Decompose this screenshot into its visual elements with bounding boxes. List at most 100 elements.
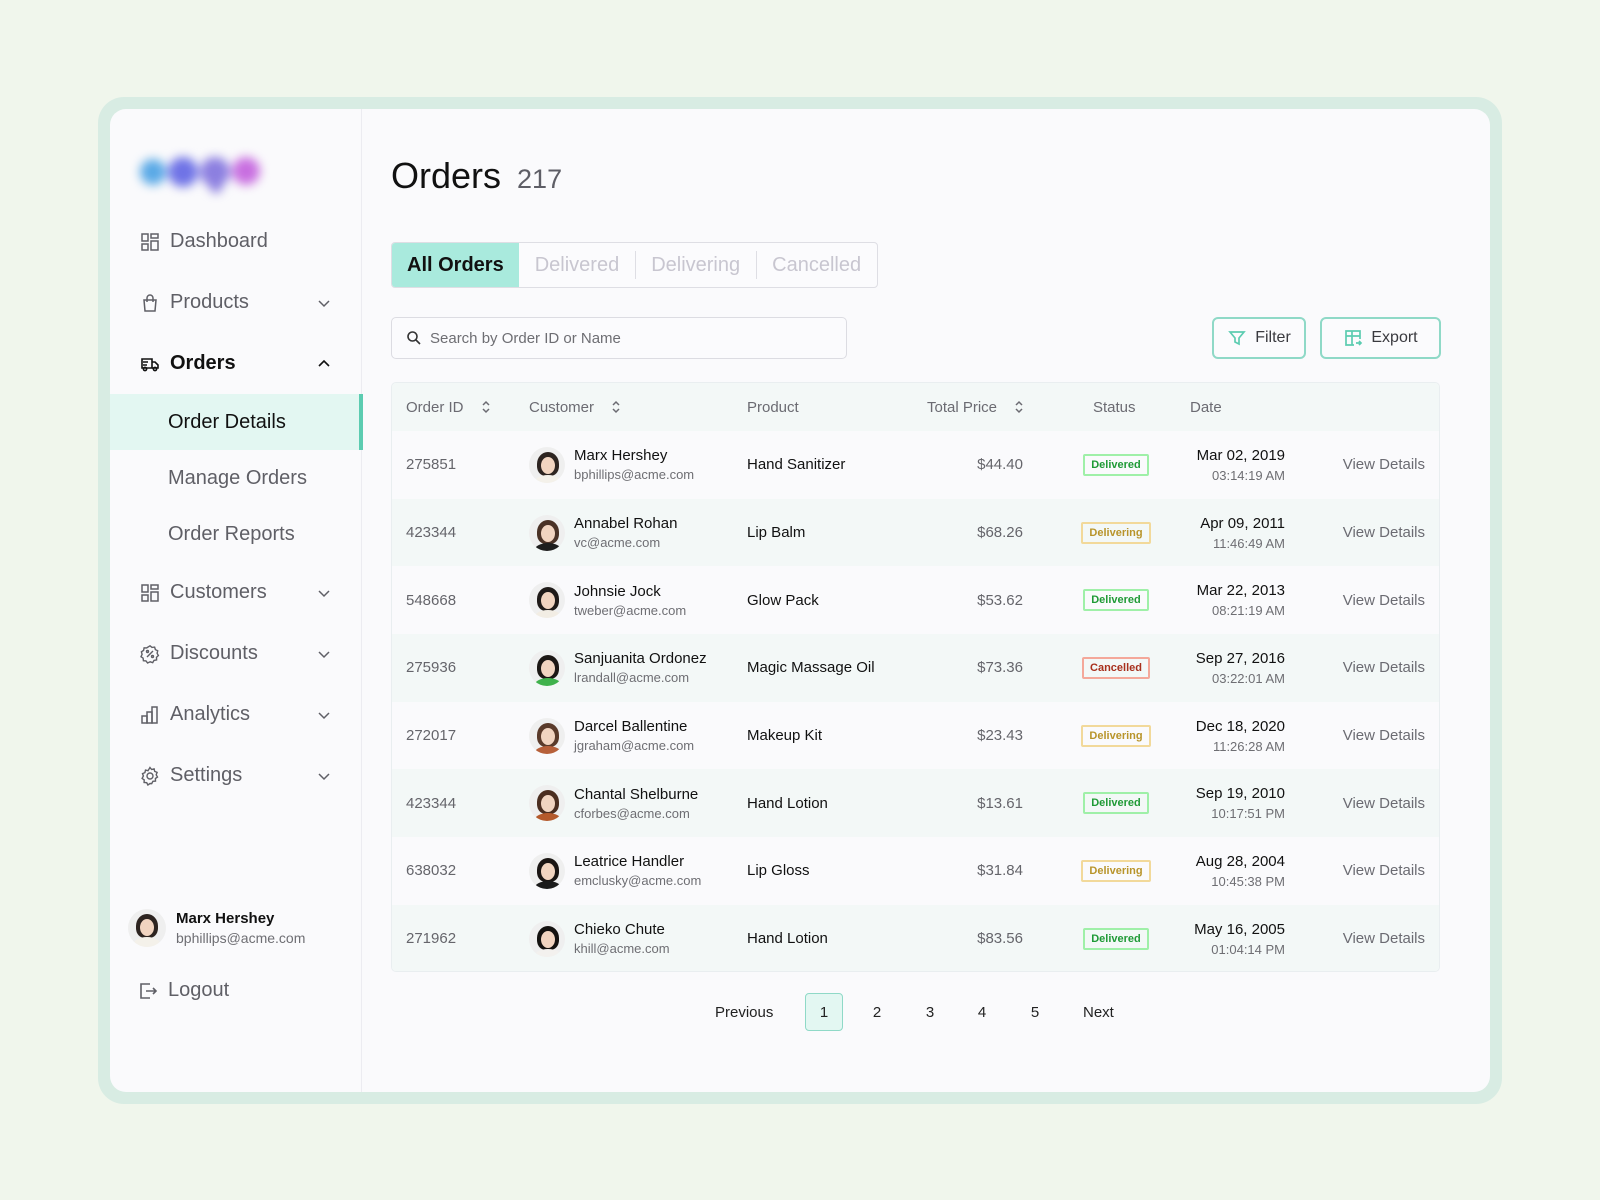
user-name: Marx Hershey: [176, 910, 275, 927]
page-button-1[interactable]: 1: [805, 993, 843, 1031]
date-cell: Dec 18, 2020 11:26:28 AM: [1190, 718, 1285, 754]
sidebar-subitem-label: Order Reports: [168, 522, 295, 545]
view-details-link[interactable]: View Details: [1343, 795, 1425, 812]
search-icon: [407, 331, 421, 345]
sort-icon[interactable]: [1013, 400, 1025, 414]
view-details-link[interactable]: View Details: [1343, 862, 1425, 879]
sidebar-item-orders[interactable]: Orders: [110, 333, 362, 394]
sidebar-item-dashboard[interactable]: Dashboard: [110, 211, 362, 272]
table-row[interactable]: 638032 Leatrice Handler emclusky@acme.com L…: [392, 837, 1439, 905]
sidebar-item-customers[interactable]: Customers: [110, 562, 362, 623]
order-time: 03:14:19 AM: [1212, 467, 1285, 483]
chevron-down-icon[interactable]: [316, 768, 332, 784]
table-row[interactable]: 271962 Chieko Chute khill@acme.com Hand Lot…: [392, 904, 1439, 971]
view-details-link[interactable]: View Details: [1343, 727, 1425, 744]
tab-cancelled[interactable]: Cancelled: [756, 243, 877, 287]
bar-chart-icon: [140, 705, 160, 725]
page-button-4[interactable]: 4: [963, 993, 1001, 1031]
status-badge: Delivered: [1083, 927, 1149, 950]
view-details-link[interactable]: View Details: [1343, 930, 1425, 947]
product-name: Hand Lotion: [747, 930, 828, 948]
filter-icon: [1228, 331, 1247, 346]
product-name: Glow Pack: [747, 591, 819, 609]
app-window: Dashboard Products Orders Order Details: [110, 109, 1490, 1092]
status-badge: Delivering: [1081, 724, 1151, 747]
status-cell: Delivering: [1081, 859, 1151, 882]
table-row[interactable]: 548668 Johnsie Jock tweber@acme.com Glow Pa…: [392, 566, 1439, 634]
column-label: Total Price: [927, 398, 998, 416]
chevron-down-icon[interactable]: [316, 707, 332, 723]
status-badge: Delivered: [1083, 453, 1149, 476]
tab-delivering[interactable]: Delivering: [635, 243, 756, 287]
sidebar-item-products[interactable]: Products: [110, 272, 362, 333]
sidebar-item-settings[interactable]: Settings: [110, 745, 362, 806]
export-button[interactable]: Export: [1320, 317, 1441, 359]
table-row[interactable]: 275936 Sanjuanita Ordonez lrandall@acme.co…: [392, 634, 1439, 702]
view-details-link[interactable]: View Details: [1343, 524, 1425, 541]
column-label: Order ID: [406, 398, 464, 416]
date-cell: May 16, 2005 01:04:14 PM: [1190, 921, 1285, 957]
sidebar-subitem-order-details[interactable]: Order Details: [110, 394, 363, 450]
order-time: 11:46:49 AM: [1212, 535, 1285, 551]
sort-icon[interactable]: [610, 400, 622, 414]
table-row[interactable]: 275851 Marx Hershey bphillips@acme.com Hand…: [392, 431, 1439, 499]
search-input[interactable]: [430, 329, 830, 347]
avatar: [529, 852, 565, 889]
sort-icon[interactable]: [480, 400, 492, 414]
chevron-down-icon[interactable]: [316, 646, 332, 662]
total-price: $13.61: [977, 794, 1023, 812]
order-id: 548668: [406, 591, 457, 609]
customer-name: Sanjuanita Ordonez: [574, 650, 707, 668]
sidebar-item-discounts[interactable]: Discounts: [110, 623, 362, 684]
chevron-down-icon[interactable]: [316, 295, 332, 311]
export-table-icon: [1345, 330, 1363, 346]
chevron-up-icon[interactable]: [316, 356, 332, 372]
product-name: Makeup Kit: [747, 727, 823, 745]
page-button-5[interactable]: 5: [1016, 993, 1054, 1031]
sidebar-item-analytics[interactable]: Analytics: [110, 684, 362, 745]
sidebar-subitem-manage-orders[interactable]: Manage Orders: [110, 450, 362, 506]
product-name: Hand Sanitizer: [747, 456, 846, 474]
logout-button[interactable]: Logout: [138, 979, 229, 1002]
column-header-order-id[interactable]: Order ID: [406, 399, 492, 416]
sidebar-subitem-order-reports[interactable]: Order Reports: [110, 506, 362, 562]
user-email: bphillips@acme.com: [176, 930, 306, 946]
customer-cell: Leatrice Handler emclusky@acme.com: [529, 852, 701, 889]
table-row[interactable]: 423344 Annabel Rohan vc@acme.com Lip Balm $6…: [392, 498, 1439, 567]
total-price: $31.84: [977, 862, 1023, 880]
customer-cell: Chieko Chute khill@acme.com: [529, 920, 670, 957]
column-header-status: Status: [1093, 399, 1136, 416]
column-header-customer[interactable]: Customer: [529, 399, 622, 416]
view-details-link[interactable]: View Details: [1343, 456, 1425, 473]
current-user[interactable]: Marx Hershey bphillips@acme.com: [128, 909, 305, 947]
page-button-2[interactable]: 2: [858, 993, 896, 1031]
tab-delivered[interactable]: Delivered: [519, 243, 635, 287]
table-row[interactable]: 272017 Darcel Ballentine jgraham@acme.com M…: [392, 702, 1439, 770]
order-time: 10:45:38 PM: [1211, 873, 1285, 889]
customer-cell: Chantal Shelburne cforbes@acme.com: [529, 785, 698, 822]
tab-all-orders[interactable]: All Orders: [392, 243, 519, 287]
avatar: [529, 514, 565, 551]
view-details-link[interactable]: View Details: [1343, 592, 1425, 609]
customer-name: Chieko Chute: [574, 921, 665, 939]
filter-button[interactable]: Filter: [1212, 317, 1306, 359]
view-details-link[interactable]: View Details: [1343, 659, 1425, 676]
table-row[interactable]: 423344 Chantal Shelburne cforbes@acme.com H…: [392, 769, 1439, 838]
sidebar-item-label: Discounts: [170, 642, 258, 664]
customer-name: Leatrice Handler: [574, 853, 685, 871]
total-price: $73.36: [977, 659, 1023, 677]
customer-name: Annabel Rohan: [574, 515, 678, 533]
chevron-down-icon[interactable]: [316, 585, 332, 601]
status-cell: Delivered: [1081, 453, 1151, 476]
sidebar-item-label: Analytics: [170, 703, 251, 725]
next-page-button[interactable]: Next: [1083, 993, 1114, 1031]
main-content: Orders 217 All Orders Delivered Deliveri…: [362, 109, 1490, 1092]
order-date: Mar 02, 2019: [1196, 446, 1285, 464]
column-header-total-price[interactable]: Total Price: [927, 399, 1025, 416]
order-id: 275936: [406, 659, 457, 677]
status-badge: Delivering: [1081, 859, 1151, 882]
page-button-3[interactable]: 3: [911, 993, 949, 1031]
status-tabs: All Orders Delivered Delivering Cancelle…: [391, 242, 879, 288]
previous-page-button[interactable]: Previous: [715, 993, 773, 1031]
order-time: 03:22:01 AM: [1212, 670, 1285, 686]
